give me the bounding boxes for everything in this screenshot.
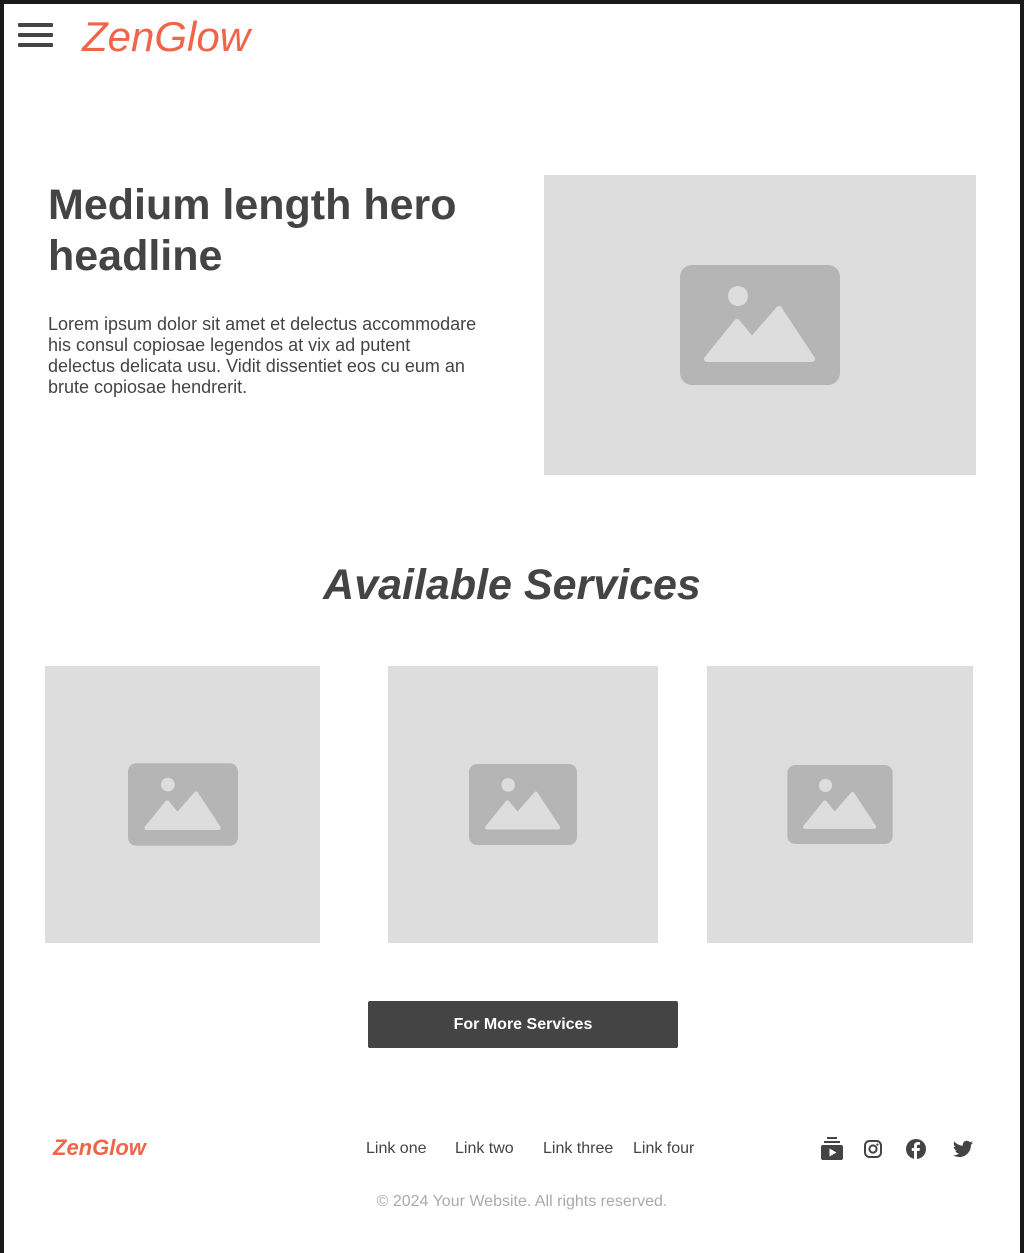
service-card-image (45, 666, 320, 943)
instagram-icon[interactable] (860, 1136, 886, 1162)
facebook-icon[interactable] (903, 1136, 929, 1162)
hero-body-text: Lorem ipsum dolor sit amet et delectus a… (48, 314, 477, 397)
hero-image (544, 175, 976, 475)
twitter-icon[interactable] (950, 1136, 976, 1162)
more-services-button[interactable]: For More Services (368, 1001, 678, 1048)
service-card-image (707, 666, 973, 943)
footer-link-four[interactable]: Link four (633, 1138, 694, 1160)
page: ZenGlow Medium length hero headline Lore… (4, 4, 1020, 1253)
image-placeholder-icon (787, 765, 893, 844)
hero-headline: Medium length hero headline (48, 181, 457, 280)
image-placeholder-icon (127, 763, 238, 846)
copyright-text: © 2024 Your Website. All rights reserved… (376, 1193, 668, 1210)
site-logo[interactable]: ZenGlow (82, 12, 250, 62)
image-placeholder-icon (680, 265, 840, 385)
hamburger-menu-icon[interactable] (18, 22, 53, 52)
service-card-image (388, 666, 658, 943)
footer-link-three[interactable]: Link three (543, 1138, 613, 1160)
image-placeholder-icon (469, 764, 577, 845)
footer-logo[interactable]: ZenGlow (53, 1134, 146, 1162)
services-title: Available Services (323, 561, 701, 609)
footer-link-two[interactable]: Link two (455, 1138, 514, 1160)
footer-link-one[interactable]: Link one (366, 1138, 427, 1160)
youtube-icon[interactable] (819, 1136, 845, 1162)
